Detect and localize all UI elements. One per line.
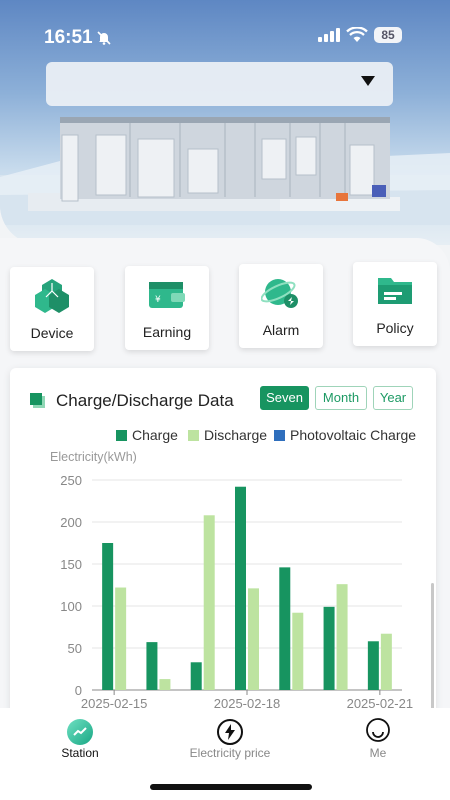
chart-title-icon [30,393,45,408]
wifi-icon [346,27,368,42]
menu-label-alarm: Alarm [262,322,300,338]
menu-tile-policy[interactable]: Policy [353,262,437,346]
bar-discharge [203,515,215,690]
legend-swatch-charge [116,430,127,441]
menu-label-earning: Earning [142,324,192,340]
chart-title: Charge/Discharge Data [56,391,234,410]
y-tick-label: 150 [60,557,82,572]
legend-photovoltaic: Photovoltaic Charge [274,427,416,443]
bar-charge [190,662,202,690]
cubes-icon [35,279,69,313]
menu-label-device: Device [30,325,74,341]
home-indicator [150,784,312,790]
bar-discharge [380,633,392,690]
bar-discharge [115,587,127,690]
status-time: 16:51 [44,27,93,48]
menu-tile-device[interactable]: Device [10,267,94,351]
bell-muted-icon [97,31,111,45]
wallet-icon: ¥ [149,282,185,308]
charge-discharge-chart: 0501001502002502025-02-15 2025-02-18 2025-… [60,473,434,713]
dropdown-triangle-icon [361,76,375,86]
bar-discharge [159,679,171,690]
folder-icon [378,278,412,304]
menu-label-policy: Policy [376,320,414,336]
station-selector[interactable] [46,62,393,106]
legend-label-photovoltaic: Photovoltaic Charge [290,427,417,443]
smiley-icon [366,718,390,742]
status-bar: 16:51 85 [0,0,450,70]
energy-storage-illustration [0,117,450,225]
legend-label-charge: Charge [132,427,178,443]
nav-me-label: Me [369,746,387,760]
svg-text:¥: ¥ [155,295,161,305]
bar-charge [279,567,291,690]
bar-charge [323,606,335,690]
legend-swatch-discharge [188,430,199,441]
nav-electricity-price-label: Electricity price [189,746,271,760]
bar-charge [367,641,379,690]
hero-banner: 16:51 85 [0,0,450,245]
bar-charge [102,543,114,690]
battery-indicator: 85 [374,27,402,43]
bar-discharge [248,588,259,690]
range-tab-month[interactable]: Month [315,386,367,410]
bar-charge [146,642,158,690]
station-icon [67,719,93,745]
y-tick-label: 100 [60,599,82,614]
chart-scrollbar [431,583,434,713]
y-tick-label: 250 [60,473,82,488]
range-tab-year[interactable]: Year [373,386,413,410]
bar-discharge [292,612,304,690]
menu-tile-earning[interactable]: ¥ Earning [125,266,209,350]
legend-charge: Charge [116,427,178,443]
bar-charge [235,486,246,690]
range-tab-seven[interactable]: Seven [260,386,309,410]
nav-station-label: Station [61,746,99,760]
alarm-icon [261,279,298,308]
charge-discharge-card: 0 50 100 150 200 250 2025-02-15 2025-02-18 2025-… [10,368,436,718]
legend-discharge: Discharge [188,427,267,443]
legend-label-discharge: Discharge [204,427,268,443]
y-tick-label: 50 [68,641,82,656]
legend-swatch-photovoltaic [274,430,285,441]
y-axis-title: Electricity(kWh) [50,450,137,464]
y-tick-label: 200 [60,515,82,530]
bar-discharge [336,584,348,690]
cellular-signal-icon [318,28,340,42]
menu-tile-alarm[interactable]: Alarm [239,264,323,348]
lightning-icon [217,719,243,745]
